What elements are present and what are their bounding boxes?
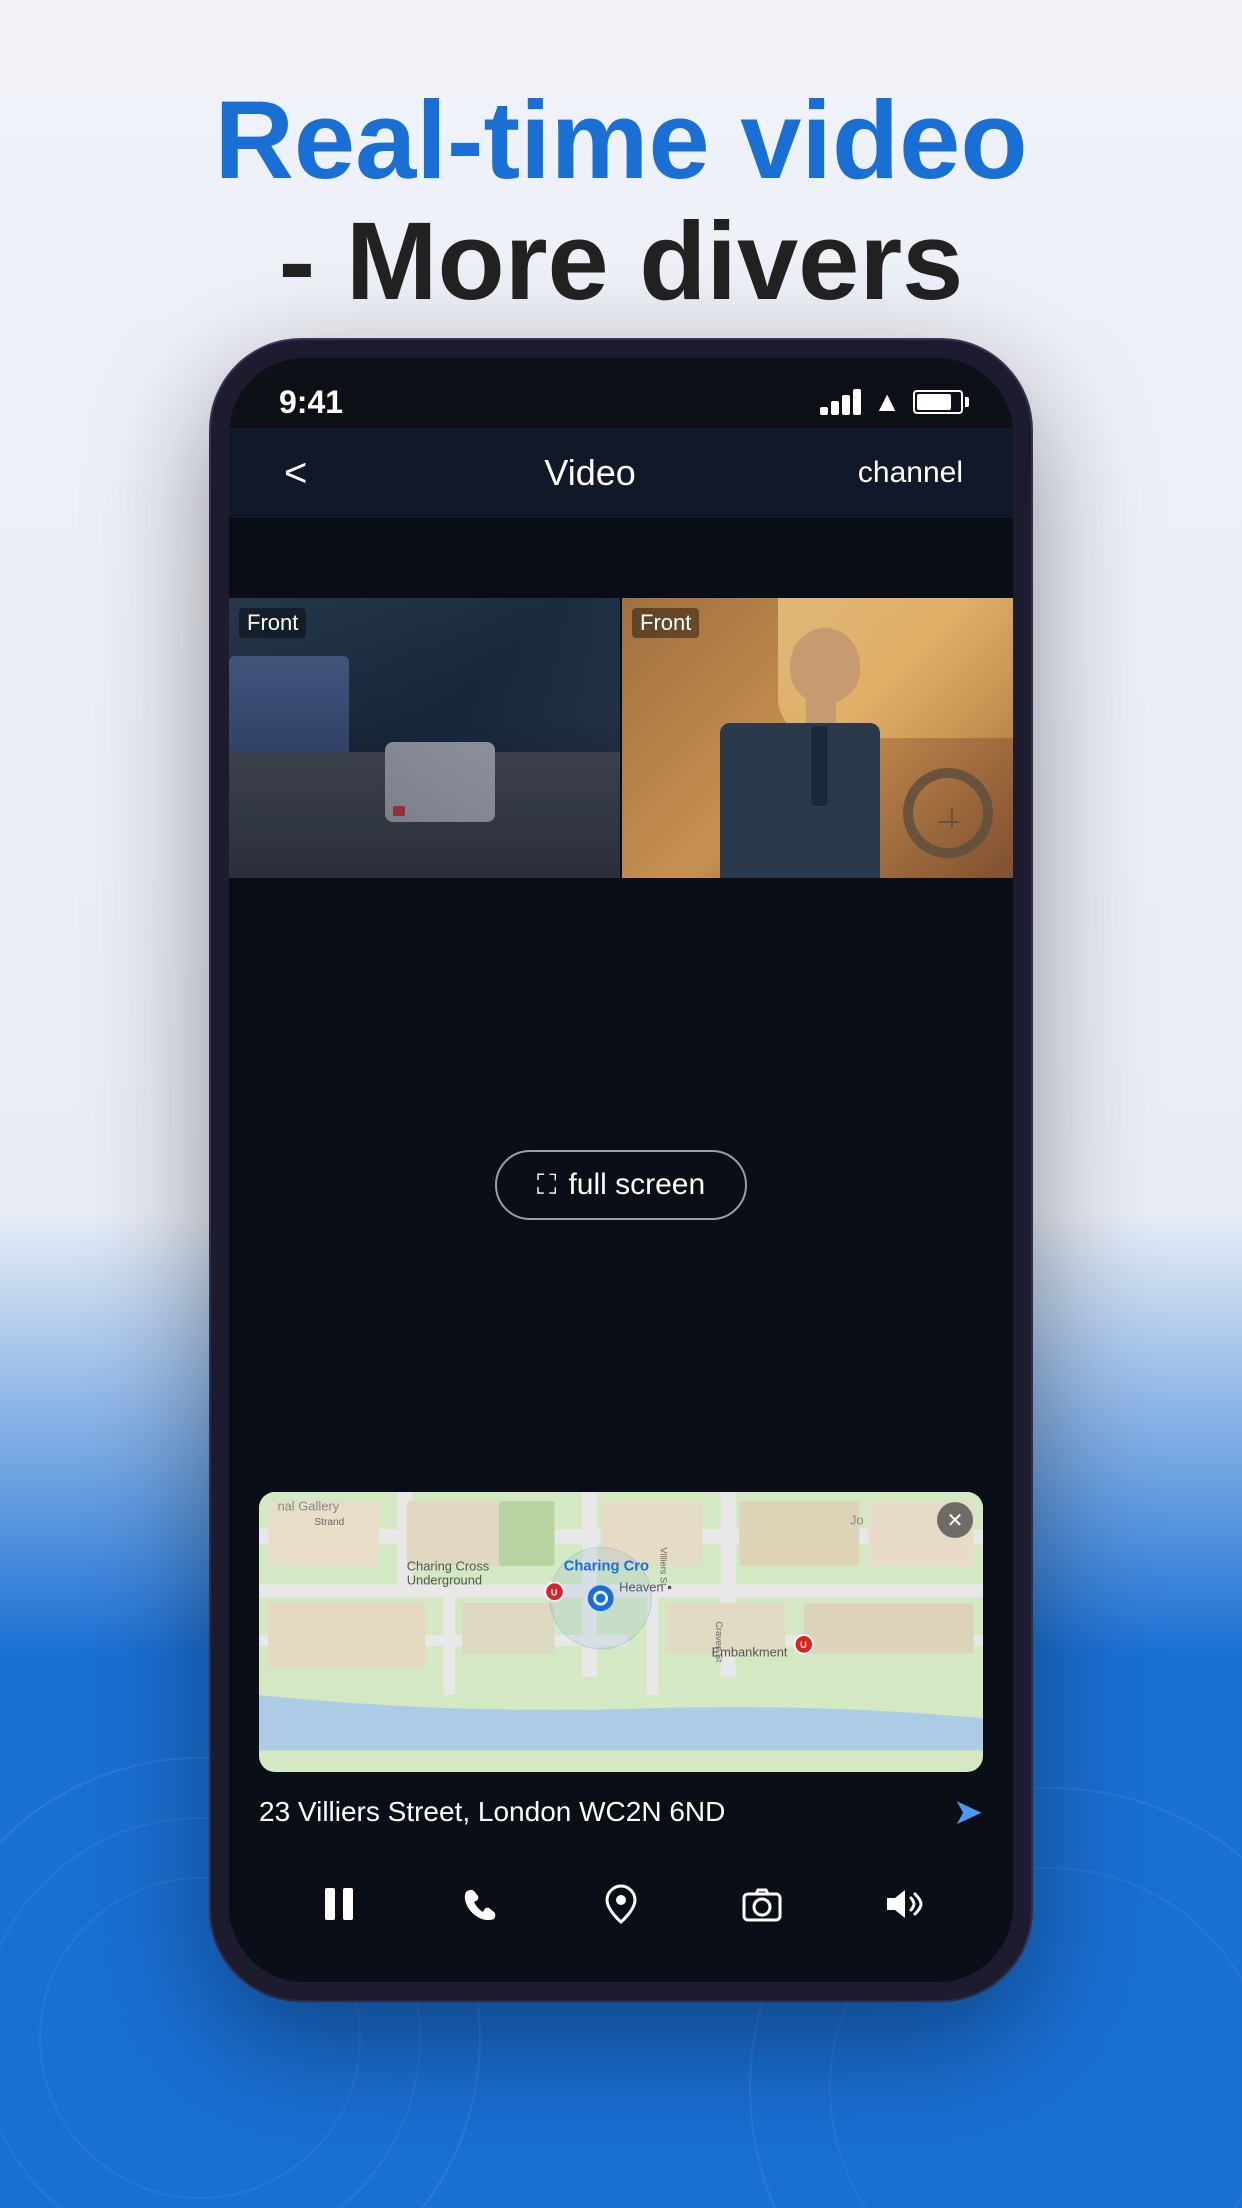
video-thumbs-row: Front [229,598,1013,878]
signal-icon [820,389,861,415]
video-thumb-front[interactable]: Front [229,598,620,878]
fullscreen-label: full screen [568,1168,705,1202]
location-bar: 23 Villiers Street, London WC2N 6ND ➤ [229,1772,1013,1852]
title-line1: Real-time video [0,80,1242,201]
volume-button[interactable] [868,1869,938,1939]
fullscreen-button[interactable]: ⛶ full screen [495,1150,747,1220]
thumb-interior-label: Front [632,608,699,638]
channel-button[interactable]: channel [858,456,963,490]
video-thumb-interior[interactable]: Front [620,598,1013,878]
bottom-controls [229,1852,1013,1982]
svg-text:Jo: Jo [850,1512,864,1527]
nav-bar: < Video channel [229,428,1013,518]
svg-text:Embankment: Embankment [711,1644,787,1659]
map-close-button[interactable]: ✕ [937,1502,973,1538]
wifi-icon: ▲ [873,386,901,418]
title-line2: - More divers [0,201,1242,322]
back-button[interactable]: < [279,446,322,501]
svg-text:nal Gallery: nal Gallery [277,1498,339,1513]
phone-outer: 9:41 ▲ < Video ch [211,340,1031,2000]
status-icons: ▲ [820,386,963,418]
nav-title: Video [322,452,858,494]
location-button[interactable] [586,1869,656,1939]
svg-text:U: U [800,1640,807,1650]
street-scene [229,598,620,878]
phone-screen: 9:41 ▲ < Video ch [229,358,1013,1982]
pause-button[interactable] [304,1869,374,1939]
status-bar: 9:41 ▲ [229,358,1013,428]
dark-middle: ⛶ full screen [229,878,1013,1492]
location-address: 23 Villiers Street, London WC2N 6ND [259,1796,953,1828]
phone-button[interactable] [445,1869,515,1939]
svg-text:Strand: Strand [314,1517,344,1528]
navigate-icon[interactable]: ➤ [953,1791,983,1833]
video-content: Front [229,518,1013,1982]
svg-text:Underground: Underground [407,1572,482,1587]
interior-scene [622,598,1013,878]
fullscreen-icon: ⛶ [537,1169,557,1202]
video-top-space [229,518,1013,598]
status-time: 9:41 [279,384,343,421]
battery-icon [913,390,963,414]
map-svg: Strand Villiers St Craven St U U [259,1492,983,1751]
map-section: ✕ [259,1492,983,1772]
svg-text:Charing Cross: Charing Cross [407,1558,490,1573]
phone-wrapper: 9:41 ▲ < Video ch [211,340,1031,2000]
thumb-front-label: Front [239,608,306,638]
camera-button[interactable] [727,1869,797,1939]
